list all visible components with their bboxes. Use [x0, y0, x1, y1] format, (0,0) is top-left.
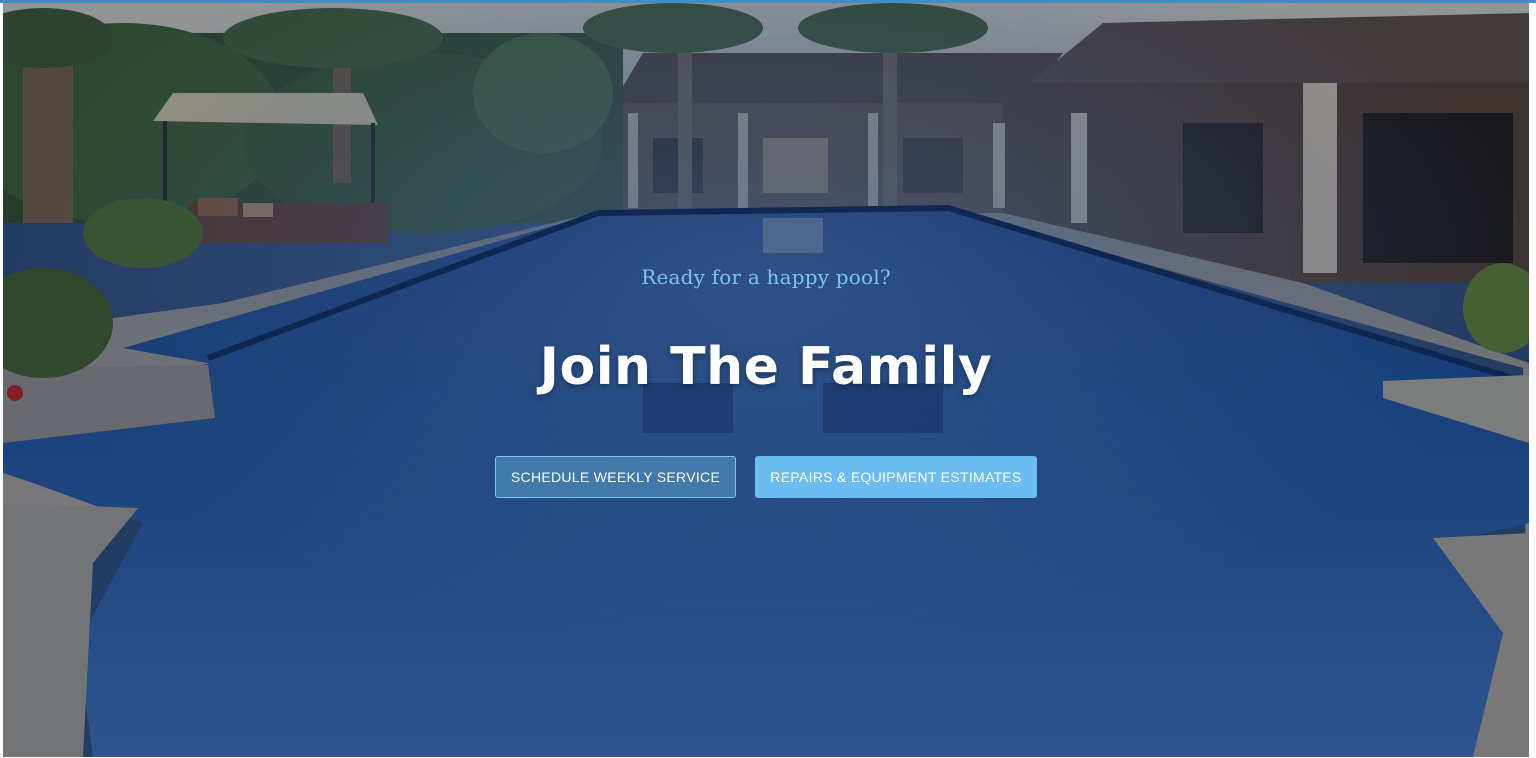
hero-headline: Join The Family — [539, 337, 993, 397]
hero-buttons: SCHEDULE WEEKLY SERVICE REPAIRS & EQUIPM… — [3, 456, 1529, 498]
repairs-estimates-button[interactable]: REPAIRS & EQUIPMENT ESTIMATES — [755, 456, 1037, 498]
hero-content: Ready for a happy pool? Join The Family … — [3, 3, 1529, 757]
hero-kicker: Ready for a happy pool? — [641, 265, 891, 289]
schedule-weekly-service-button[interactable]: SCHEDULE WEEKLY SERVICE — [495, 456, 736, 498]
hero-section: Ready for a happy pool? Join The Family … — [3, 3, 1529, 757]
